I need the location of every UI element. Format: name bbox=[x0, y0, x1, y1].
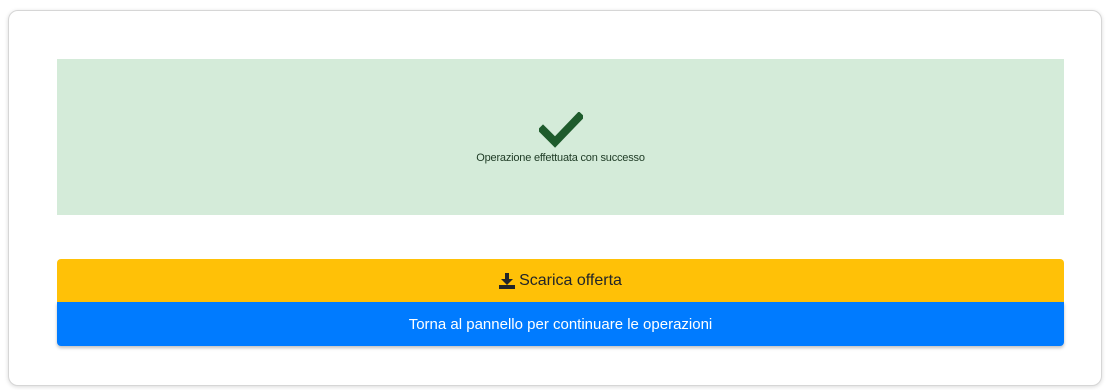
back-to-panel-label: Torna al pannello per continuare le oper… bbox=[408, 315, 713, 333]
download-offer-button[interactable]: Scarica offerta bbox=[57, 259, 1064, 302]
download-icon bbox=[499, 272, 516, 289]
success-message: Operazione effettuata con successo bbox=[476, 152, 645, 164]
result-card: Operazione effettuata con successo Scari… bbox=[8, 10, 1102, 386]
success-alert: Operazione effettuata con successo bbox=[57, 59, 1064, 215]
check-icon bbox=[538, 112, 583, 148]
download-offer-label: Scarica offerta bbox=[519, 271, 622, 289]
back-to-panel-button[interactable]: Torna al pannello per continuare le oper… bbox=[57, 302, 1064, 346]
